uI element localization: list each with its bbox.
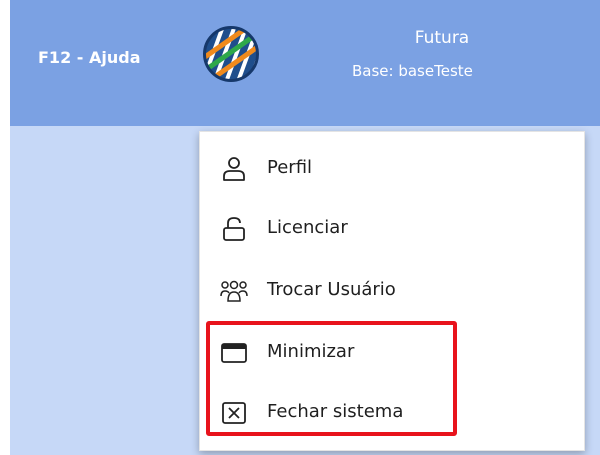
database-label: Base: baseTeste xyxy=(352,62,473,80)
help-shortcut-label[interactable]: F12 - Ajuda xyxy=(38,48,140,67)
window-minimize-icon xyxy=(220,339,248,367)
futura-logo-icon[interactable] xyxy=(203,26,259,82)
menu-item-licenciar[interactable]: Licenciar xyxy=(200,204,584,254)
menu-item-minimizar[interactable]: Minimizar xyxy=(200,328,584,378)
app-name: Futura xyxy=(414,28,470,48)
menu-item-trocar-usuario[interactable]: Trocar Usuário xyxy=(200,266,584,316)
menu-item-label: Fechar sistema xyxy=(267,401,404,422)
users-group-icon xyxy=(220,277,248,305)
menu-item-label: Trocar Usuário xyxy=(267,279,396,300)
menu-item-perfil[interactable]: Perfil xyxy=(200,144,584,194)
menu-item-label: Licenciar xyxy=(267,217,348,238)
menu-item-label: Minimizar xyxy=(267,341,355,362)
menu-item-label: Perfil xyxy=(267,157,313,178)
menu-item-fechar-sistema[interactable]: Fechar sistema xyxy=(200,388,584,438)
user-icon xyxy=(220,155,248,183)
unlock-icon xyxy=(220,215,248,243)
close-box-icon xyxy=(220,399,248,427)
user-dropdown-menu: Perfil Licenciar Trocar Usuário Minimiza… xyxy=(199,131,585,451)
